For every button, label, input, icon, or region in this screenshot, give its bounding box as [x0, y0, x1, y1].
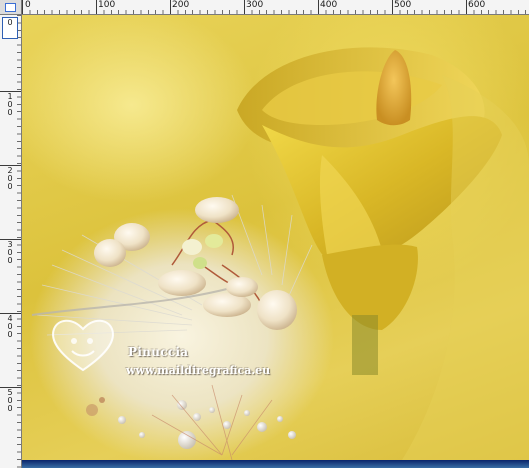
ruler-label-v200: 2 0 0: [7, 166, 13, 191]
ruler-label-v0: 0: [7, 18, 13, 27]
ruler-tick: [170, 0, 171, 14]
ruler-label-0: 0: [25, 0, 31, 10]
ruler-label-100: 100: [98, 0, 116, 10]
ruler-label-300: 300: [246, 0, 264, 10]
watermark-name: Pinuccia: [128, 345, 189, 359]
feather-blossom-image: [31, 194, 313, 460]
ruler-tick: [244, 0, 245, 14]
heart-logo-icon: [52, 319, 114, 372]
watermark-url: www.maildiregrafica.eu: [126, 364, 271, 377]
ruler-tick: [392, 0, 393, 14]
ruler-tick: [22, 0, 23, 14]
ruler-tick: [466, 0, 467, 14]
ruler-corner-icon[interactable]: [0, 0, 22, 15]
ruler-label-500: 500: [394, 0, 412, 10]
image-canvas[interactable]: Pinuccia www.maildiregrafica.eu: [22, 15, 529, 460]
ruler-label-v300: 3 0 0: [7, 240, 13, 265]
ruler-label-v100: 1 0 0: [7, 92, 13, 117]
editor-window: 0 100 200 300 400 500 600 0 1 0 0 2 0 0 …: [0, 0, 529, 468]
horizontal-ruler: 0 100 200 300 400 500 600: [22, 0, 529, 15]
ruler-tick: [96, 0, 97, 14]
vertical-ruler: 0 1 0 0 2 0 0 3 0 0 4 0 0 5 0 0: [0, 15, 22, 468]
ruler-label-v500: 5 0 0: [7, 388, 13, 413]
ruler-tick: [318, 0, 319, 14]
ruler-label-v400: 4 0 0: [7, 314, 13, 339]
canvas-bottom-edge: [22, 460, 529, 468]
ruler-label-600: 600: [468, 0, 486, 10]
watermark: Pinuccia www.maildiregrafica.eu: [48, 315, 288, 385]
ruler-label-400: 400: [320, 0, 338, 10]
ruler-label-200: 200: [172, 0, 190, 10]
